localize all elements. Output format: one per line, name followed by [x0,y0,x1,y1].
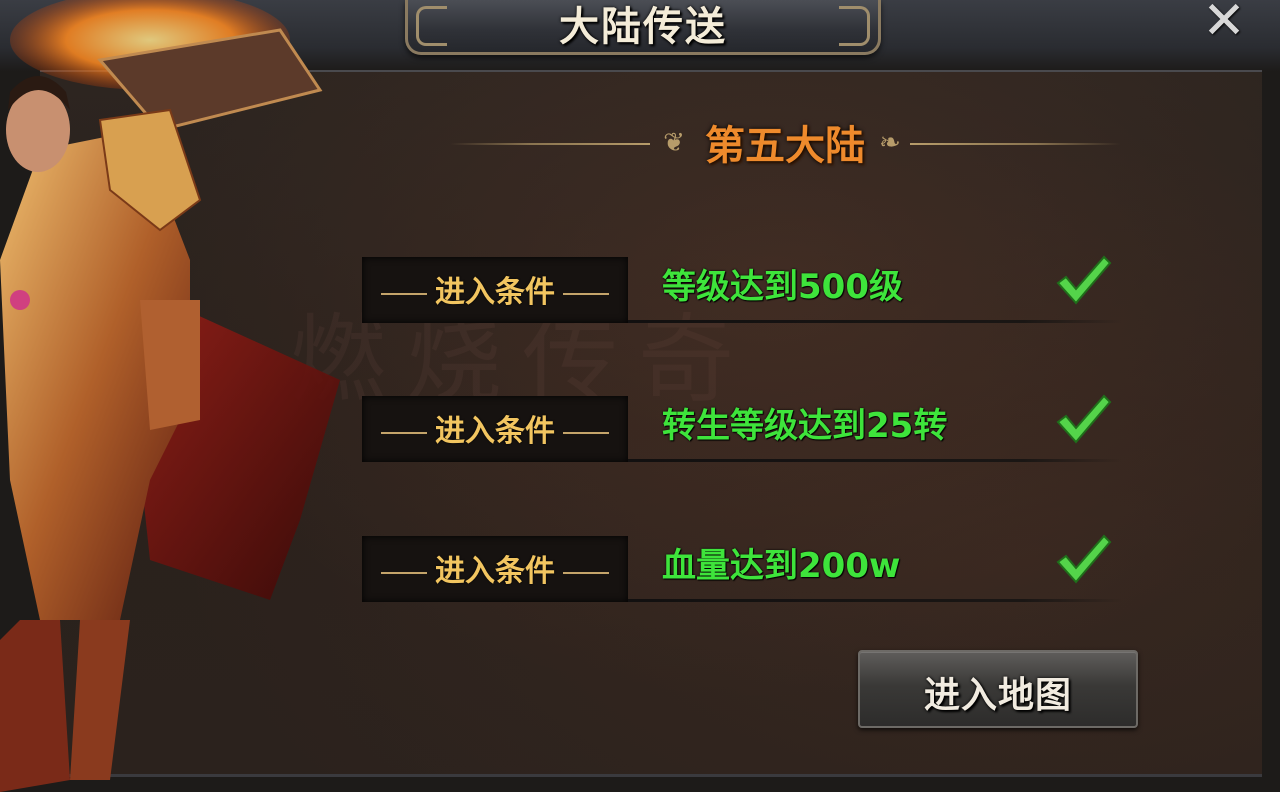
close-button[interactable]: ✕ [1196,0,1252,47]
condition-label-box: 进入条件 [362,257,628,323]
enter-map-label: 进入地图 [923,674,1072,716]
close-icon: ✕ [1202,0,1246,51]
condition-label-box: 进入条件 [362,396,628,462]
condition-label: 进入条件 [362,406,628,450]
divider-left [450,143,650,145]
condition-underline [628,459,1122,462]
enter-map-button[interactable]: 进入地图 [858,650,1138,728]
condition-label: 进入条件 [362,546,628,590]
continent-title: 第五大陆 [705,123,865,169]
check-icon [1056,394,1112,444]
condition-underline [628,599,1122,602]
divider-right [910,143,1120,145]
title-plate: 大陆传送 [405,0,881,55]
condition-requirement: 等级达到500级 [662,267,903,307]
condition-row: 进入条件 转生等级达到25转 [362,394,1122,464]
condition-row: 进入条件 血量达到200w [362,534,1122,604]
condition-label-box: 进入条件 [362,536,628,602]
hero-warrior-illustration [0,0,340,792]
check-icon [1056,255,1112,305]
condition-requirement: 转生等级达到25转 [662,406,948,446]
scroll-ornament-right-icon: ❧ [879,128,901,158]
check-icon [1056,534,1112,584]
condition-underline [628,320,1122,323]
condition-requirement: 血量达到200w [662,546,901,586]
condition-label: 进入条件 [362,267,628,311]
condition-row: 进入条件 等级达到500级 [362,255,1122,325]
dialog-title: 大陆传送 [559,3,727,50]
